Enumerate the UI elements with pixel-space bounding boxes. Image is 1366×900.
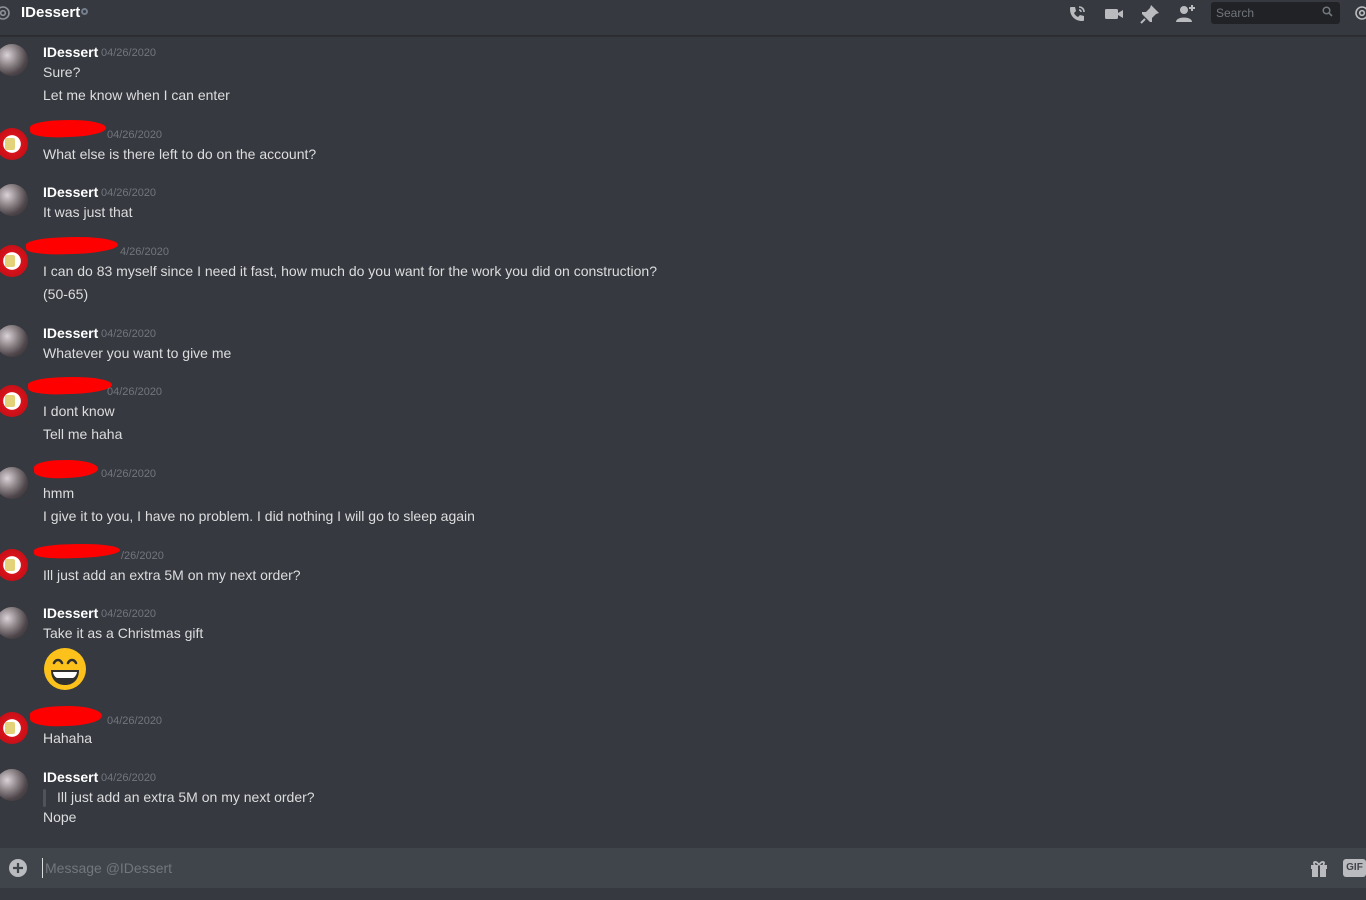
avatar[interactable] (0, 245, 28, 277)
redaction-scribble (29, 704, 103, 728)
at-icon (0, 6, 10, 20)
username[interactable]: IDessert (43, 184, 98, 200)
timestamp: 04/26/2020 (101, 328, 157, 340)
avatar[interactable] (0, 549, 28, 581)
message-text: What else is there left to do on the acc… (43, 146, 317, 162)
grinning-face-emoji[interactable] (43, 647, 87, 691)
avatar[interactable] (0, 44, 28, 76)
redaction-scribble (33, 542, 121, 560)
quoted-text: Ill just add an extra 5M on my next orde… (57, 789, 315, 805)
gif-picker-icon[interactable]: GIF (1343, 859, 1366, 877)
timestamp: 4/26/2020 (120, 246, 169, 258)
timestamp: 04/26/2020 (101, 608, 157, 620)
start-voice-call-icon[interactable] (1066, 3, 1088, 25)
message-text: (50-65) (43, 286, 89, 302)
start-video-call-icon[interactable] (1103, 3, 1125, 25)
pinned-messages-icon[interactable] (1139, 3, 1161, 25)
avatar[interactable] (0, 184, 28, 216)
avatar[interactable] (0, 325, 28, 357)
quote-bar (43, 789, 46, 807)
search-box[interactable] (1211, 2, 1340, 24)
avatar[interactable] (0, 385, 28, 417)
avatar[interactable] (0, 712, 28, 744)
message-text: Take it as a Christmas gift (43, 625, 204, 641)
username[interactable]: IDessert (43, 325, 98, 341)
timestamp: 04/26/2020 (107, 386, 163, 398)
message-text: Sure? (43, 64, 81, 80)
timestamp: 04/26/2020 (101, 772, 157, 784)
search-input[interactable] (1211, 2, 1321, 24)
message-text: hmm (43, 485, 75, 501)
message-text: Whatever you want to give me (43, 345, 232, 361)
message-text: Tell me haha (43, 426, 123, 442)
footer-strip (0, 888, 1366, 900)
message-composer: GIF (0, 848, 1366, 888)
channel-name: IDessert (21, 4, 81, 21)
redaction-scribble (25, 235, 119, 256)
redaction-scribble (27, 375, 113, 396)
timestamp: /26/2020 (121, 550, 164, 562)
message-text: Hahaha (43, 730, 93, 746)
upload-plus-icon[interactable] (8, 858, 28, 878)
add-friend-icon[interactable] (1175, 3, 1197, 25)
username[interactable]: IDessert (43, 769, 98, 785)
offline-status-icon (81, 8, 88, 15)
message-text: Let me know when I can enter (43, 87, 230, 103)
message-text: I give it to you, I have no problem. I d… (43, 508, 475, 524)
message-text: I can do 83 myself since I need it fast,… (43, 263, 657, 279)
message-input[interactable] (42, 858, 1242, 878)
redaction-scribble (29, 118, 107, 139)
username[interactable]: IDessert (43, 605, 98, 621)
timestamp: 04/26/2020 (101, 468, 157, 480)
message-text: Ill just add an extra 5M on my next orde… (43, 567, 301, 583)
gift-icon[interactable] (1309, 858, 1329, 878)
avatar[interactable] (0, 467, 28, 499)
username[interactable]: IDessert (43, 44, 98, 60)
message-text: Nope (43, 809, 77, 825)
search-icon[interactable] (1322, 6, 1333, 17)
mention-icon[interactable] (1354, 5, 1366, 21)
avatar[interactable] (0, 769, 28, 801)
avatar[interactable] (0, 607, 28, 639)
redaction-scribble (33, 458, 99, 480)
channel-header: IDessert (0, 0, 1366, 36)
message-text: I dont know (43, 403, 115, 419)
timestamp: 04/26/2020 (101, 47, 157, 59)
message-text: It was just that (43, 204, 133, 220)
avatar[interactable] (0, 128, 28, 160)
timestamp: 04/26/2020 (107, 715, 163, 727)
timestamp: 04/26/2020 (107, 129, 163, 141)
timestamp: 04/26/2020 (101, 187, 157, 199)
